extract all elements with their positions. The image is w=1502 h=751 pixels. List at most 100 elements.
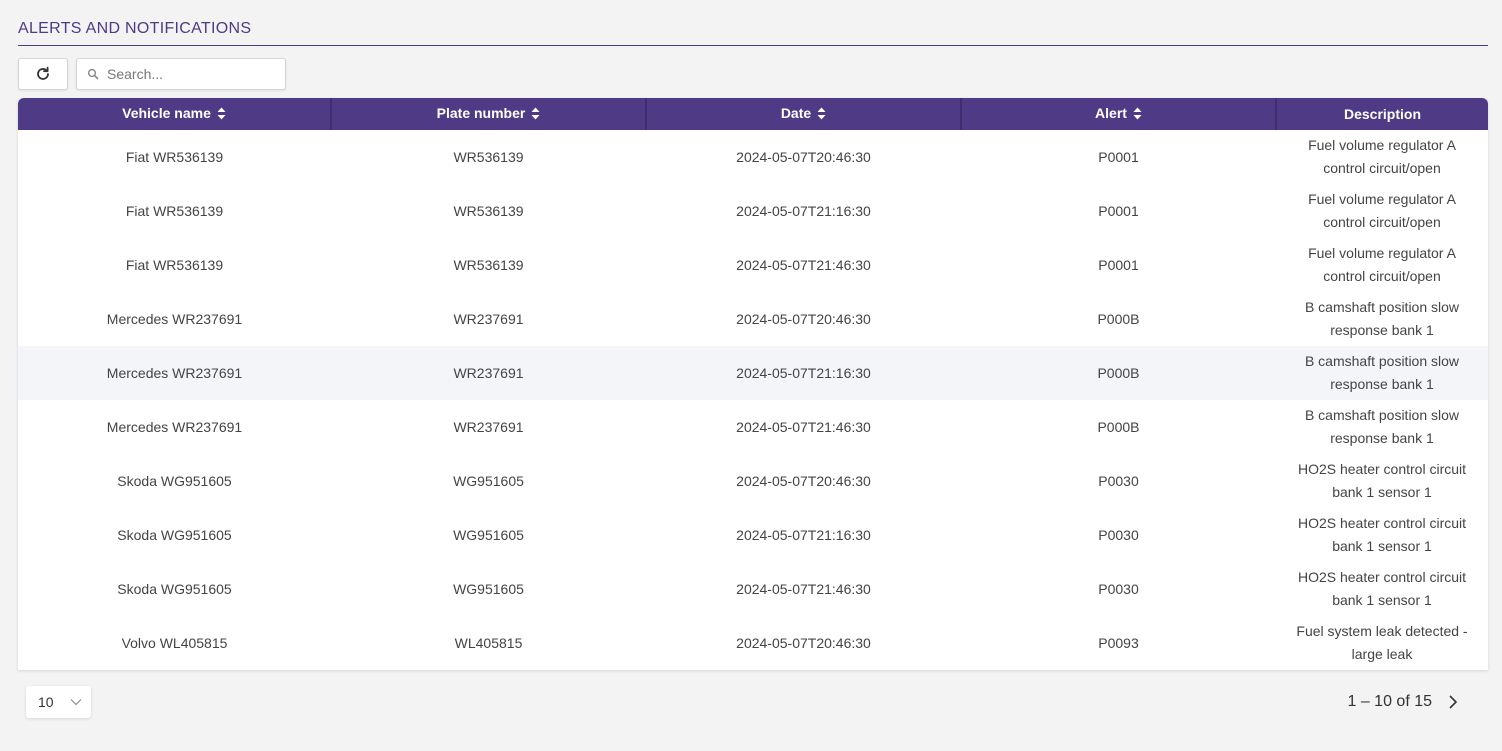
column-header-label: Vehicle name: [122, 105, 211, 122]
vehicle-name-cell: Fiat WR536139: [125, 256, 224, 273]
date-cell: 2024-05-07T21:46:30: [736, 418, 871, 435]
page-size-value: 10: [38, 694, 54, 710]
plate-number-cell: WR237691: [453, 310, 524, 327]
pagination: 1 – 10 of 15: [1347, 686, 1458, 718]
pagination-range: 1 – 10 of 15: [1347, 693, 1432, 710]
alert-code-cell: P0001: [1098, 202, 1139, 219]
plate-number-cell: WR536139: [453, 202, 524, 219]
alert-code-cell: P000B: [1097, 310, 1140, 327]
column-header-label: Plate number: [436, 105, 526, 122]
date-cell: 2024-05-07T21:46:30: [736, 580, 871, 597]
description-cell: HO2S heater control circuit bank 1 senso…: [1276, 454, 1488, 508]
alert-code-cell: P0001: [1098, 148, 1139, 165]
next-page-button[interactable]: [1448, 694, 1458, 710]
page-title: ALERTS AND NOTIFICATIONS: [18, 20, 252, 37]
alert-code-cell: P0001: [1098, 256, 1139, 273]
description-cell: HO2S heater control circuit bank 1 senso…: [1276, 562, 1488, 616]
column-header-date[interactable]: Date: [646, 98, 962, 130]
table-row[interactable]: Mercedes WR237691 WR237691 2024-05-07T21:4…: [18, 400, 1488, 454]
table-row[interactable]: Fiat WR536139 WR536139 2024-05-07T21:46:30…: [18, 238, 1488, 292]
description-text: HO2S heater control circuit bank 1 senso…: [1297, 569, 1467, 608]
table-body: Fiat WR536139 WR536139 2024-05-07T20:46:30…: [18, 130, 1488, 670]
date-cell: 2024-05-07T21:16:30: [736, 202, 871, 219]
alerts-page: ALERTS AND NOTIFICATIONS Vehicle name Pla…: [0, 0, 1502, 751]
date-cell: 2024-05-07T20:46:30: [736, 310, 871, 327]
description-cell: Fuel system leak detected - large leak: [1276, 616, 1488, 670]
description-text: HO2S heater control circuit bank 1 senso…: [1297, 515, 1467, 554]
column-header-alert[interactable]: Alert: [961, 98, 1277, 130]
column-header-label: Date: [780, 105, 812, 122]
table-footer: 10 1 – 10 of 15: [0, 670, 1502, 751]
description-text: B camshaft position slow response bank 1: [1304, 353, 1460, 392]
plate-number-cell: WR536139: [453, 256, 524, 273]
plate-number-cell: WG951605: [453, 580, 524, 597]
vehicle-name-cell: Skoda WG951605: [117, 580, 232, 597]
date-cell: 2024-05-07T21:46:30: [736, 256, 871, 273]
chevron-right-icon: [1449, 695, 1458, 709]
vehicle-name-cell: Fiat WR536139: [125, 202, 224, 219]
description-cell: Fuel volume regulator A control circuit/…: [1276, 238, 1488, 292]
column-header-label: Alert: [1095, 105, 1127, 122]
toolbar: [18, 58, 286, 90]
page-size-select[interactable]: 10: [26, 686, 91, 718]
alert-code-cell: P0030: [1098, 472, 1139, 489]
vehicle-name-cell: Volvo WL405815: [121, 634, 228, 651]
description-cell: B camshaft position slow response bank 1: [1276, 292, 1488, 346]
sort-icon[interactable]: [531, 107, 540, 123]
plate-number-cell: WL405815: [454, 634, 523, 651]
table-row[interactable]: Fiat WR536139 WR536139 2024-05-07T20:46:30…: [18, 130, 1488, 184]
search-box: [76, 58, 286, 90]
plate-number-cell: WG951605: [453, 472, 524, 489]
table-row[interactable]: Skoda WG951605 WG951605 2024-05-07T21:16:3…: [18, 508, 1488, 562]
date-cell: 2024-05-07T20:46:30: [736, 148, 871, 165]
description-text: Fuel volume regulator A control circuit/…: [1308, 191, 1456, 230]
column-header-description: Description: [1276, 98, 1488, 130]
column-header-vehicle-name[interactable]: Vehicle name: [18, 98, 332, 130]
plate-number-cell: WR237691: [453, 364, 524, 381]
description-cell: Fuel volume regulator A control circuit/…: [1276, 130, 1488, 184]
description-cell: B camshaft position slow response bank 1: [1276, 346, 1488, 400]
vehicle-name-cell: Mercedes WR237691: [106, 418, 243, 435]
alerts-table: Vehicle name Plate number Date Alert Descrip…: [18, 98, 1488, 670]
page-header: ALERTS AND NOTIFICATIONS: [18, 18, 1488, 46]
description-text: B camshaft position slow response bank 1: [1304, 407, 1460, 446]
description-cell: HO2S heater control circuit bank 1 senso…: [1276, 508, 1488, 562]
plate-number-cell: WG951605: [453, 526, 524, 543]
description-cell: Fuel volume regulator A control circuit/…: [1276, 184, 1488, 238]
table-row[interactable]: Mercedes WR237691 WR237691 2024-05-07T20:4…: [18, 292, 1488, 346]
description-text: Fuel volume regulator A control circuit/…: [1308, 245, 1456, 284]
refresh-button[interactable]: [18, 58, 68, 90]
table-row[interactable]: Skoda WG951605 WG951605 2024-05-07T20:46:3…: [18, 454, 1488, 508]
alert-code-cell: P000B: [1097, 364, 1140, 381]
refresh-icon: [37, 66, 49, 80]
table-row[interactable]: Fiat WR536139 WR536139 2024-05-07T21:16:30…: [18, 184, 1488, 238]
alert-code-cell: P0030: [1098, 580, 1139, 597]
sort-icon[interactable]: [1133, 107, 1142, 123]
alert-code-cell: P0093: [1098, 634, 1139, 651]
vehicle-name-cell: Fiat WR536139: [125, 148, 224, 165]
date-cell: 2024-05-07T20:46:30: [736, 634, 871, 651]
date-cell: 2024-05-07T21:16:30: [736, 364, 871, 381]
table-row[interactable]: Skoda WG951605 WG951605 2024-05-07T21:46:3…: [18, 562, 1488, 616]
table-row[interactable]: Volvo WL405815 WL405815 2024-05-07T20:46:3…: [18, 616, 1488, 670]
column-header-label: Description: [1343, 106, 1421, 122]
alert-code-cell: P000B: [1097, 418, 1140, 435]
description-text: Fuel volume regulator A control circuit/…: [1308, 137, 1456, 176]
vehicle-name-cell: Mercedes WR237691: [106, 364, 243, 381]
search-icon: [87, 68, 99, 80]
search-input[interactable]: [107, 66, 277, 82]
alert-code-cell: P0030: [1098, 526, 1139, 543]
date-cell: 2024-05-07T21:16:30: [736, 526, 871, 543]
plate-number-cell: WR536139: [453, 148, 524, 165]
table-header-row: Vehicle name Plate number Date Alert Descrip…: [18, 98, 1488, 130]
sort-icon[interactable]: [217, 107, 226, 123]
sort-icon[interactable]: [817, 107, 826, 123]
description-text: HO2S heater control circuit bank 1 senso…: [1297, 461, 1467, 500]
vehicle-name-cell: Skoda WG951605: [117, 472, 232, 489]
vehicle-name-cell: Mercedes WR237691: [106, 310, 243, 327]
plate-number-cell: WR237691: [453, 418, 524, 435]
description-text: Fuel system leak detected - large leak: [1296, 623, 1468, 662]
table-row[interactable]: Mercedes WR237691 WR237691 2024-05-07T21:1…: [18, 346, 1488, 400]
alerts-table-container: Vehicle name Plate number Date Alert Descrip…: [18, 98, 1488, 670]
column-header-plate-number[interactable]: Plate number: [331, 98, 647, 130]
